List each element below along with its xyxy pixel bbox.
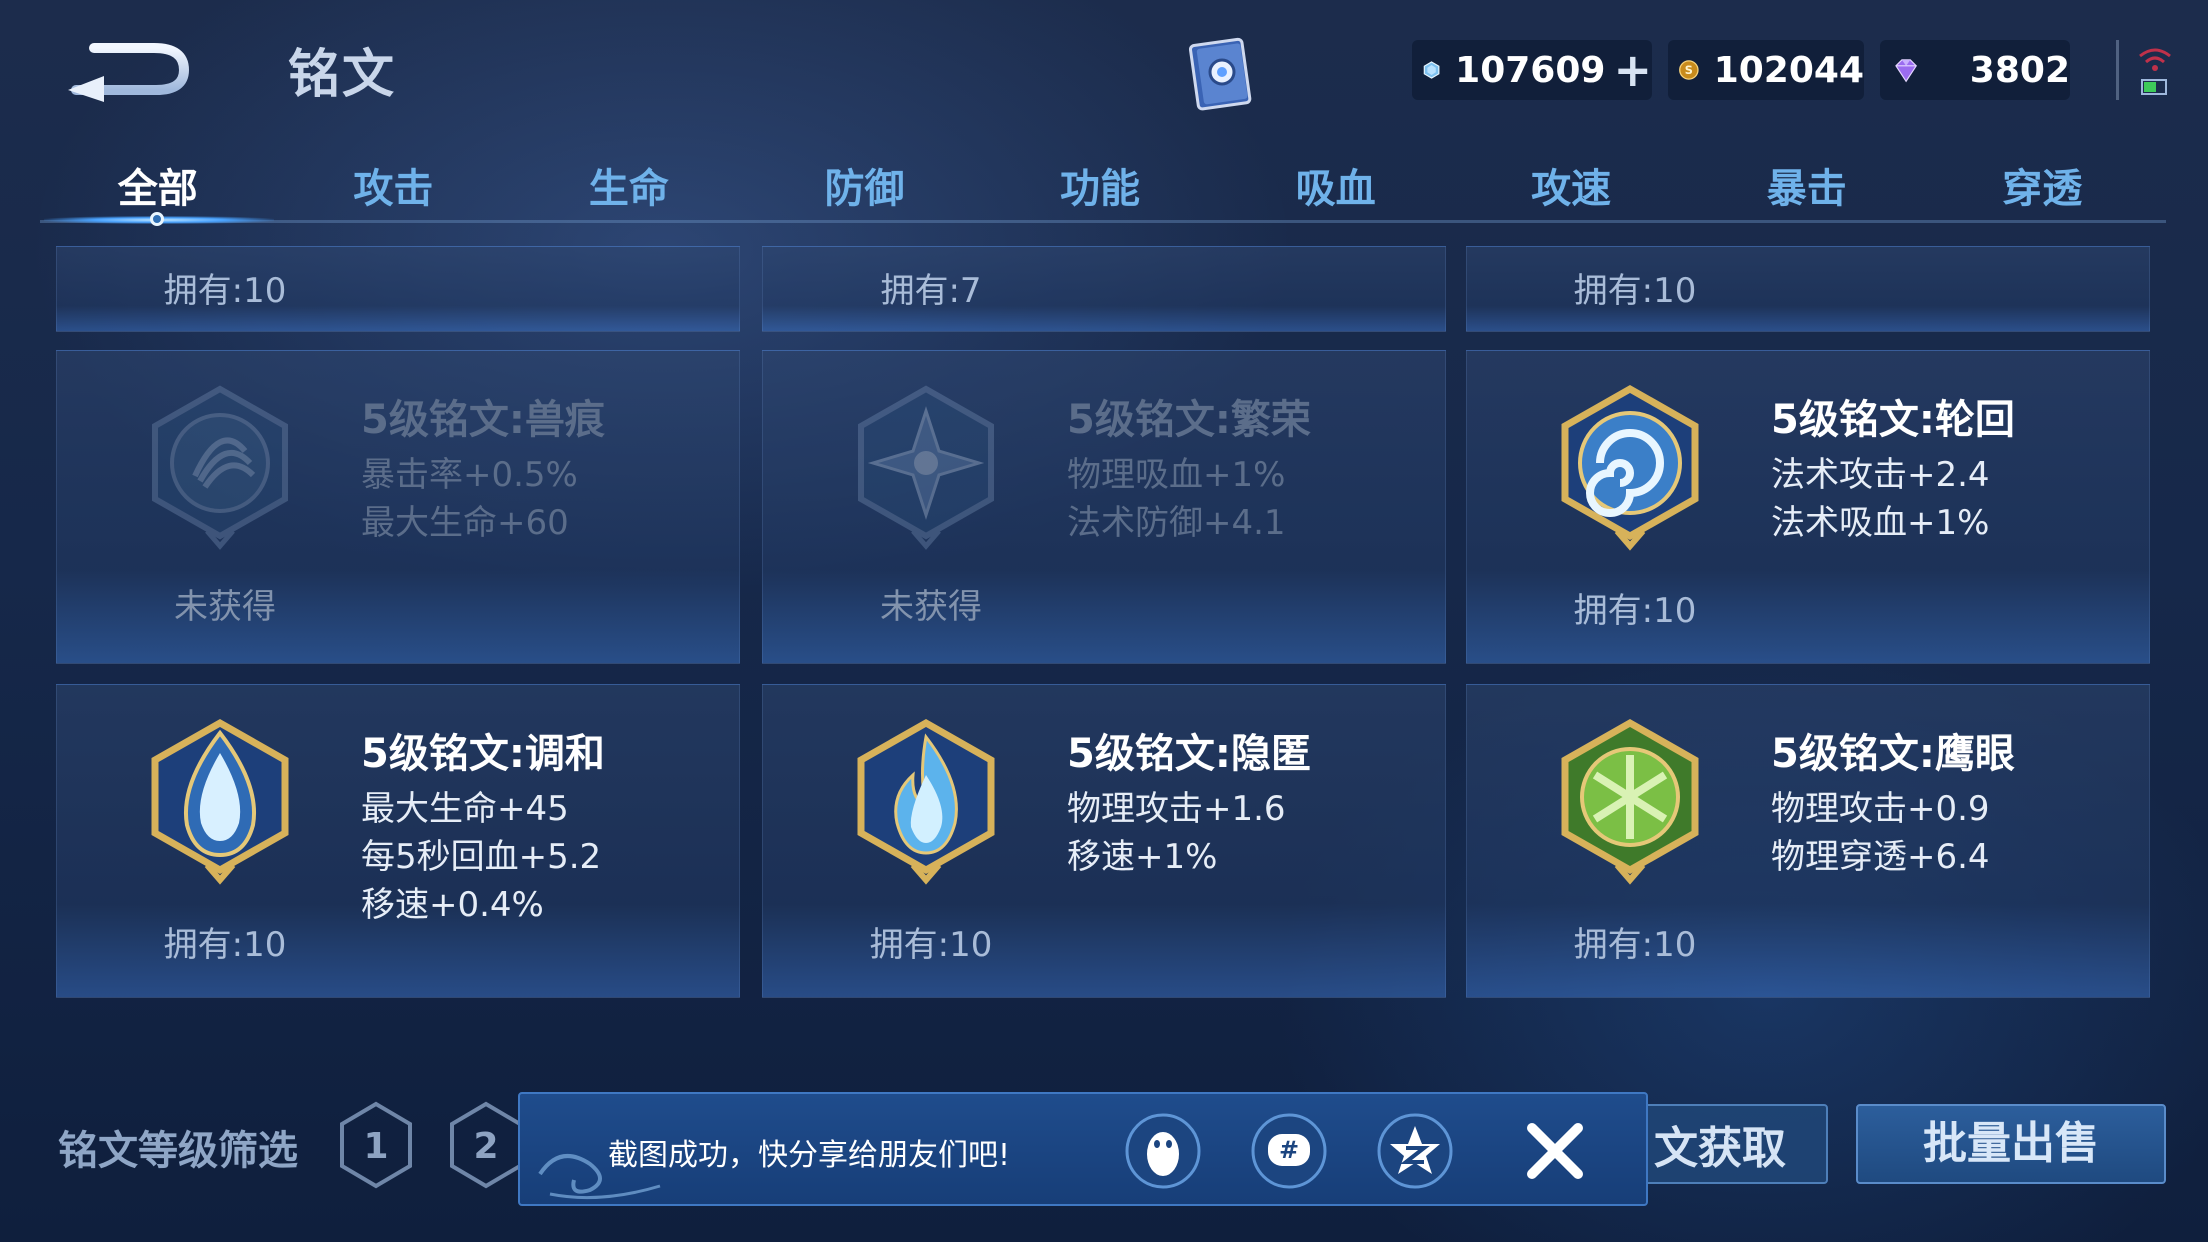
category-tabs: 全部 攻击 生命 防御 功能 吸血 攻速 暴击 穿透 (40, 150, 2160, 230)
svg-text:S: S (1685, 64, 1693, 77)
rune-name: 5级铭文:轮回 (1771, 397, 2015, 443)
owned-count: 拥有:10 (1573, 271, 1697, 311)
close-icon[interactable] (1524, 1120, 1586, 1182)
gold-value: 102044 (1713, 49, 1864, 91)
rune-name: 5级铭文:调和 (361, 731, 605, 777)
drop-rune-icon (151, 718, 289, 885)
rune-stat: 每5秒回血+5.2 (361, 837, 602, 877)
flame-rune-icon (857, 718, 995, 885)
tab-penetration[interactable]: 穿透 (1925, 150, 2161, 230)
tabs-divider (40, 220, 2166, 223)
qzone-star-icon[interactable] (1376, 1112, 1454, 1190)
rune-stat: 物理穿透+6.4 (1771, 837, 1990, 877)
level-2-filter[interactable]: 2 (446, 1100, 526, 1190)
rune-card[interactable]: 5级铭文:鹰眼 物理攻击+0.9 物理穿透+6.4 拥有:10 (1466, 684, 2150, 998)
back-button[interactable] (64, 26, 194, 104)
add-diamond-button[interactable]: + (1613, 45, 1652, 95)
diamond-icon (1423, 61, 1440, 79)
svg-text:#: # (1279, 1136, 1299, 1164)
gold-currency: S 102044 (1668, 40, 1864, 100)
owned-count: 拥有:10 (163, 925, 287, 965)
rune-card[interactable]: 5级铭文:轮回 法术攻击+2.4 法术吸血+1% 拥有:10 (1466, 350, 2150, 664)
rune-card[interactable]: 拥有:10 (1466, 246, 2150, 332)
star-rune-icon (858, 385, 994, 550)
tab-defense[interactable]: 防御 (747, 150, 983, 230)
rune-stat: 法术吸血+1% (1771, 503, 1990, 543)
rune-stat: 最大生命+45 (361, 789, 569, 829)
claw-rune-icon (152, 385, 288, 550)
wifi-battery-icon (2139, 48, 2171, 95)
owned-status: 未获得 (174, 587, 276, 627)
purple-gem-icon (1895, 59, 1917, 83)
rune-stat: 法术防御+4.1 (1067, 503, 1286, 543)
status-divider (2116, 40, 2119, 100)
owned-count: 拥有:7 (880, 271, 982, 311)
owned-count: 拥有:10 (1573, 925, 1697, 965)
tab-utility[interactable]: 功能 (982, 150, 1218, 230)
rune-card[interactable]: 5级铭文:兽痕 暴击率+0.5% 最大生命+60 未获得 (56, 350, 740, 664)
batch-sell-button[interactable]: 批量出售 (1856, 1104, 2166, 1184)
tab-health[interactable]: 生命 (511, 150, 747, 230)
rune-name: 5级铭文:繁荣 (1067, 397, 1311, 443)
screenshot-share-toast: 截图成功，快分享给朋友们吧! # (518, 1092, 1648, 1206)
rune-card[interactable]: 拥有:10 (56, 246, 740, 332)
rune-stat: 最大生命+60 (361, 503, 569, 543)
back-arrow-icon (68, 43, 190, 102)
toast-message: 截图成功，快分享给朋友们吧! (608, 1138, 1011, 1173)
rune-name: 5级铭文:隐匿 (1067, 731, 1311, 777)
rune-stat: 暴击率+0.5% (361, 455, 578, 495)
tab-lifesteal[interactable]: 吸血 (1218, 150, 1454, 230)
svg-text:2: 2 (473, 1126, 498, 1167)
level-filter-label: 铭文等级筛选 (58, 1128, 298, 1174)
diamond-value: 107609 (1455, 49, 1606, 91)
rune-card[interactable]: 5级铭文:调和 最大生命+45 每5秒回血+5.2 移速+0.4% 拥有:10 (56, 684, 740, 998)
rune-card[interactable]: 5级铭文:繁荣 物理吸血+1% 法术防御+4.1 未获得 (762, 350, 1446, 664)
rune-name: 5级铭文:鹰眼 (1771, 731, 2015, 777)
owned-count: 拥有:10 (869, 925, 993, 965)
owned-count: 拥有:10 (1573, 591, 1697, 631)
owned-status: 未获得 (880, 587, 982, 627)
qq-penguin-icon[interactable] (1124, 1112, 1202, 1190)
rune-card[interactable]: 拥有:7 (762, 246, 1446, 332)
rune-card[interactable]: 5级铭文:隐匿 物理攻击+1.6 移速+1% 拥有:10 (762, 684, 1446, 998)
rune-stat: 物理攻击+1.6 (1067, 789, 1286, 829)
svg-text:1: 1 (363, 1126, 388, 1167)
rune-book-icon[interactable] (1176, 28, 1266, 118)
active-tab-dot (150, 212, 164, 226)
tab-attack[interactable]: 攻击 (276, 150, 512, 230)
tab-attack-speed[interactable]: 攻速 (1453, 150, 1689, 230)
rune-stat: 物理吸血+1% (1067, 455, 1286, 495)
rune-name: 5级铭文:兽痕 (361, 397, 605, 443)
rune-stat: 法术攻击+2.4 (1771, 455, 1990, 495)
gold-coin-icon: S (1679, 60, 1699, 80)
eagle-rune-icon (1561, 718, 1699, 885)
owned-count: 拥有:10 (163, 271, 287, 311)
rune-stat: 移速+1% (1067, 837, 1218, 877)
diamond-currency: 107609 + (1412, 40, 1652, 100)
gem-value: 3802 (1969, 49, 2070, 91)
rune-stat: 物理攻击+0.9 (1771, 789, 1990, 829)
wechat-moments-icon[interactable]: # (1250, 1112, 1328, 1190)
swirl-rune-icon (1561, 384, 1699, 551)
page-title: 铭文 (288, 45, 397, 105)
tab-critical[interactable]: 暴击 (1689, 150, 1925, 230)
level-1-filter[interactable]: 1 (336, 1100, 416, 1190)
gem-currency: 3802 (1880, 40, 2070, 100)
